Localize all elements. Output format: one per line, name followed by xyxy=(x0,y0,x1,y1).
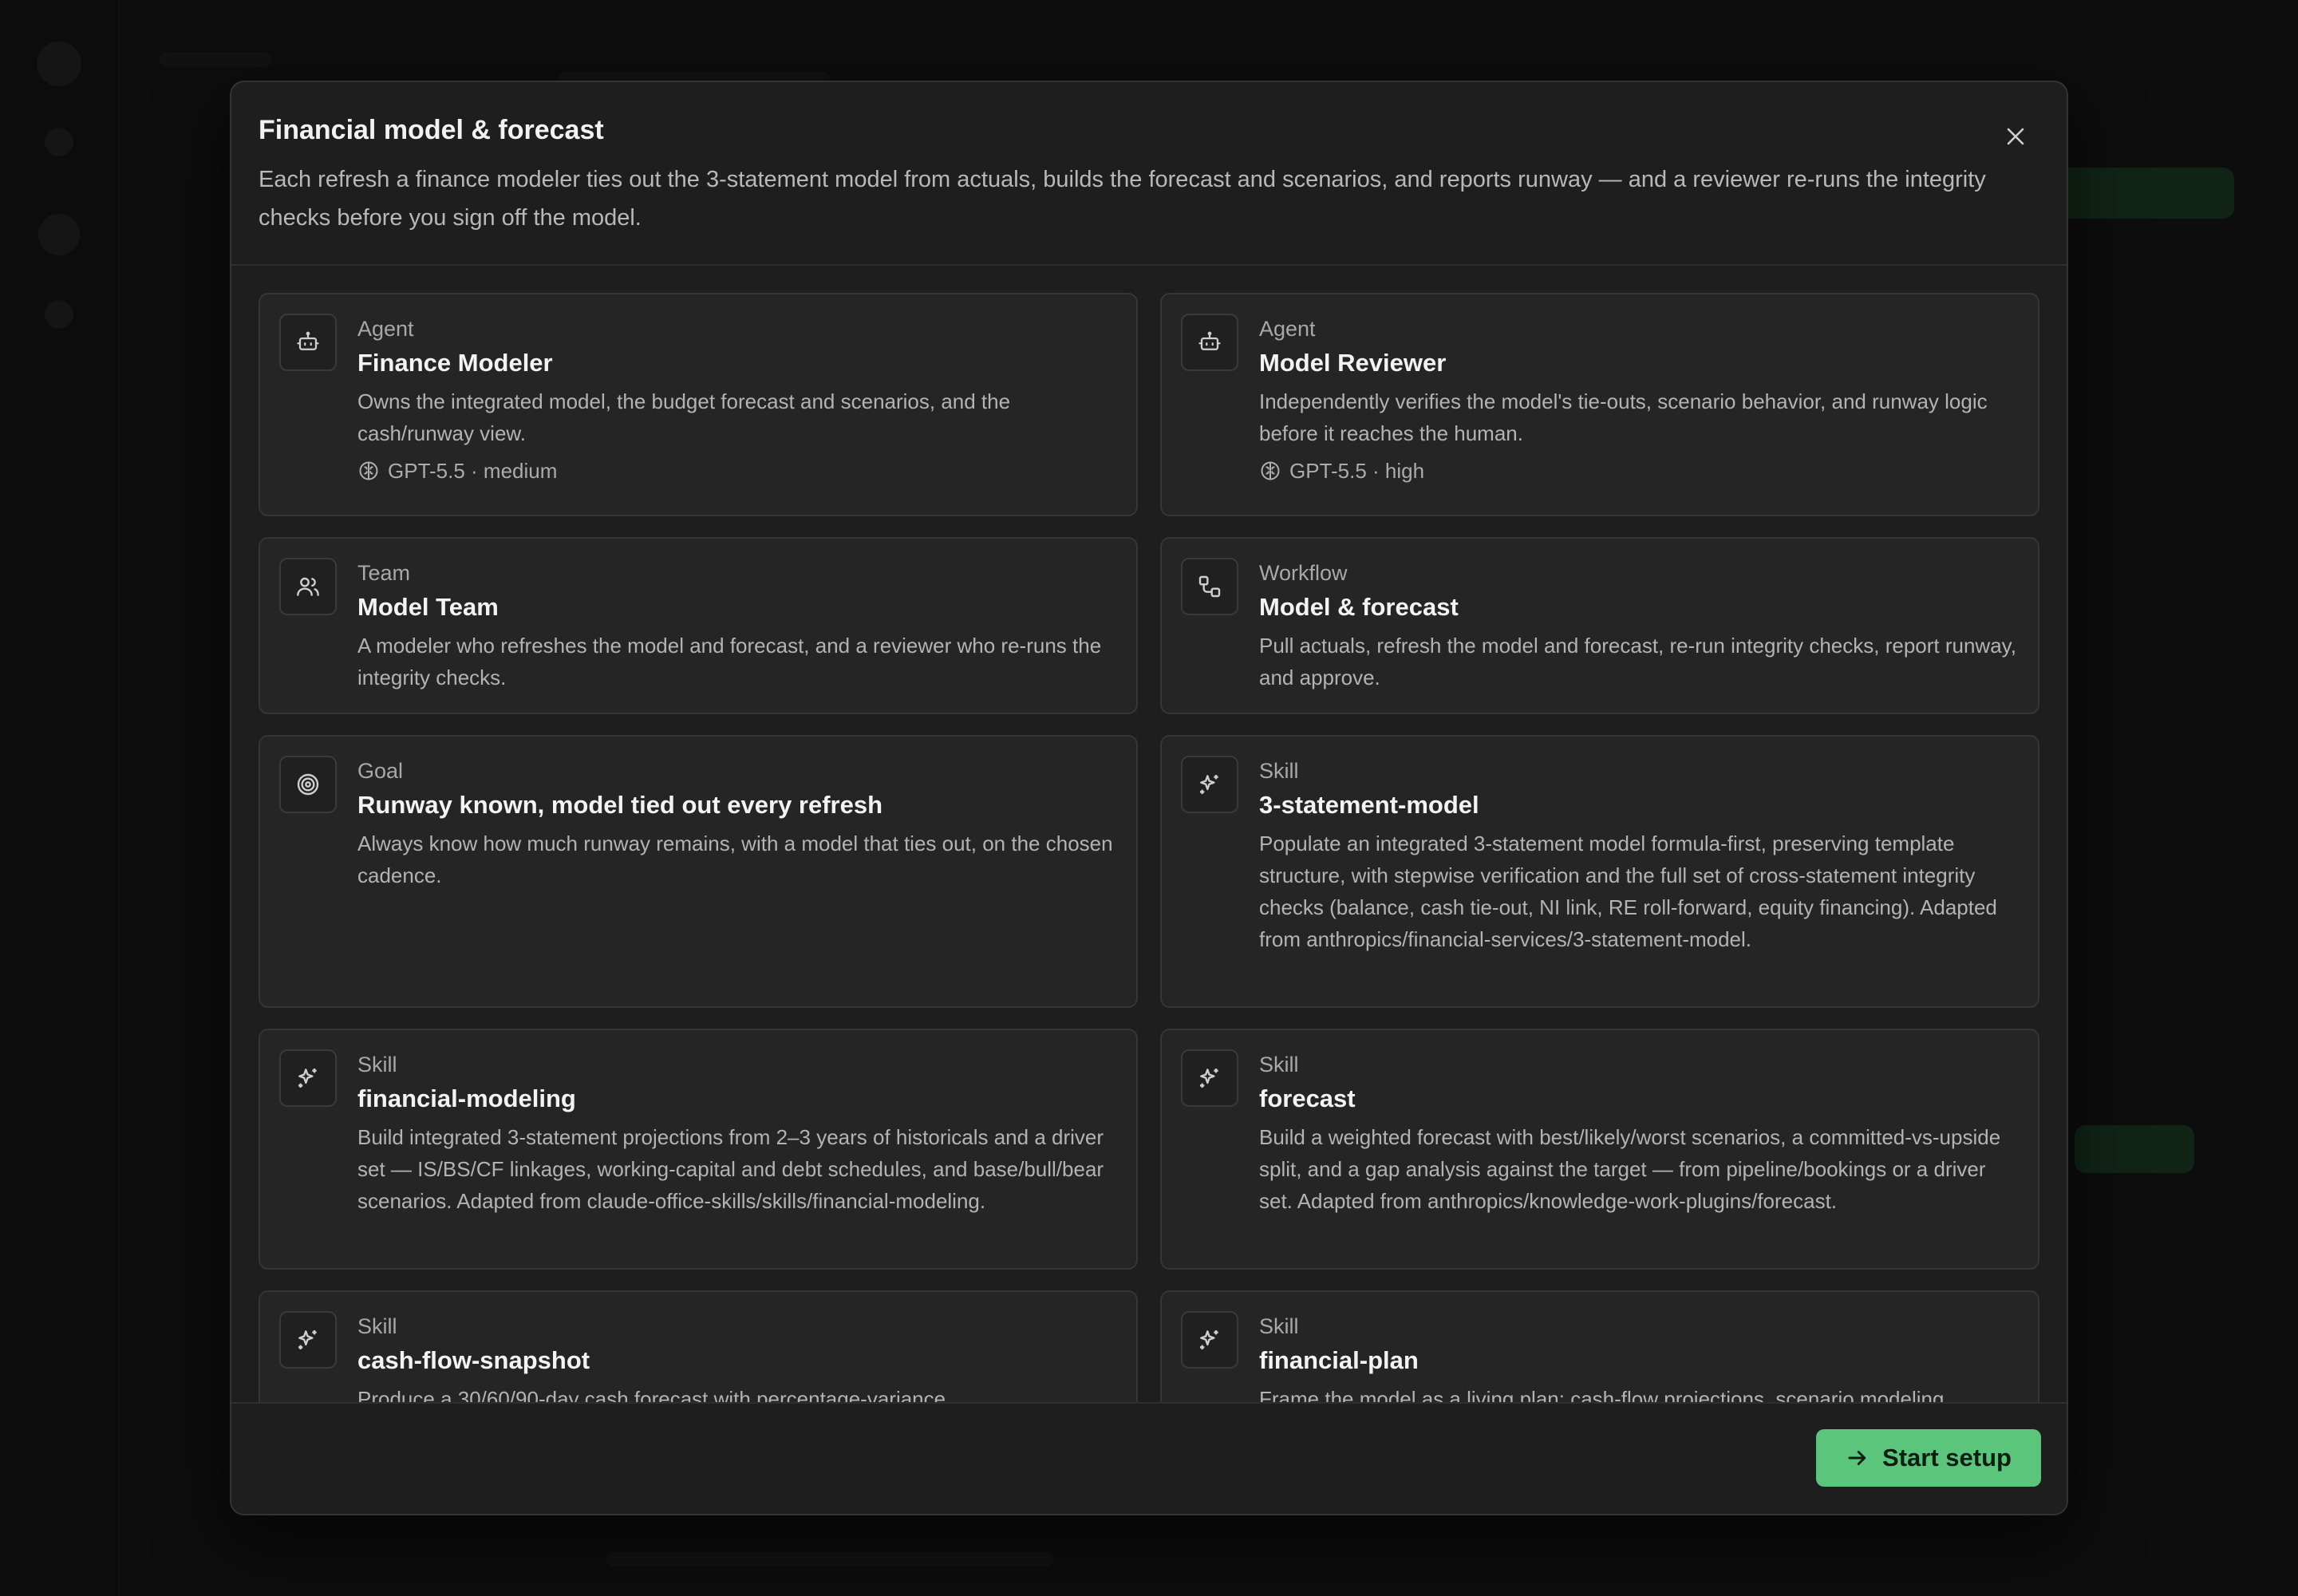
sparkle-icon xyxy=(279,1049,337,1107)
card-title: Runway known, model tied out every refre… xyxy=(357,791,883,819)
card-skill-forecast[interactable]: Skill forecast Build a weighted forecast… xyxy=(1160,1029,2039,1270)
robot-icon xyxy=(1181,314,1238,371)
arrow-right-icon xyxy=(1848,1451,1866,1465)
start-setup-label: Start setup xyxy=(1882,1444,2012,1472)
card-kind: Goal xyxy=(357,759,404,783)
modal-body[interactable]: Agent Finance Modeler Owns the integrate… xyxy=(231,267,2067,1487)
sparkle-icon xyxy=(1181,1049,1238,1107)
card-title: financial-plan xyxy=(1259,1346,1419,1374)
card-skill-3-statement-model[interactable]: Skill 3-statement-model Populate an inte… xyxy=(1160,735,2039,1008)
card-description: Build integrated 3-statement projections… xyxy=(357,1125,1104,1213)
setup-modal: Financial model & forecast Each refresh … xyxy=(230,81,2068,1515)
card-description: A modeler who refreshes the model and fo… xyxy=(357,634,1102,689)
card-title: cash-flow-snapshot xyxy=(357,1346,590,1374)
card-kind: Skill xyxy=(1259,759,1299,783)
team-icon xyxy=(279,558,337,615)
card-kind: Agent xyxy=(1259,317,1316,341)
card-agent-finance-modeler[interactable]: Agent Finance Modeler Owns the integrate… xyxy=(259,293,1138,516)
start-setup-button[interactable]: Start setup xyxy=(1816,1429,2041,1487)
workflow-icon xyxy=(1181,558,1238,615)
card-title: Finance Modeler xyxy=(357,349,553,377)
modal-title: Financial model & forecast xyxy=(259,115,604,145)
card-kind: Skill xyxy=(357,1053,397,1077)
card-team-model-team[interactable]: Team Model Team A modeler who refreshes … xyxy=(259,537,1138,714)
close-button[interactable] xyxy=(1995,116,2036,157)
card-kind: Skill xyxy=(1259,1053,1299,1077)
sparkle-icon xyxy=(1181,1311,1238,1369)
card-description: Build a weighted forecast with best/like… xyxy=(1259,1125,2001,1213)
card-description: Pull actuals, refresh the model and fore… xyxy=(1259,634,2016,689)
card-description: Always know how much runway remains, wit… xyxy=(357,832,1113,887)
card-model-meta: GPT-5.5 · medium xyxy=(357,456,1115,486)
close-icon xyxy=(2007,128,2024,145)
card-title: Model & forecast xyxy=(1259,593,1459,621)
sparkle-icon xyxy=(1181,756,1238,813)
card-title: financial-modeling xyxy=(357,1084,576,1112)
card-model-meta: GPT-5.5 · high xyxy=(1259,456,2017,486)
sparkle-icon xyxy=(279,1311,337,1369)
card-title: Model Reviewer xyxy=(1259,349,1447,377)
card-kind: Skill xyxy=(1259,1314,1299,1338)
card-description: Populate an integrated 3-statement model… xyxy=(1259,832,1997,951)
card-title: 3-statement-model xyxy=(1259,791,1479,819)
items-grid: Agent Finance Modeler Owns the integrate… xyxy=(259,293,2041,1487)
card-description: Owns the integrated model, the budget fo… xyxy=(357,389,1011,445)
card-kind: Workflow xyxy=(1259,561,1348,585)
card-workflow-model-forecast[interactable]: Workflow Model & forecast Pull actuals, … xyxy=(1160,537,2039,714)
card-title: forecast xyxy=(1259,1084,1356,1112)
card-description: Independently verifies the model's tie-o… xyxy=(1259,389,1988,445)
card-meta-text: GPT-5.5 · high xyxy=(1289,459,1425,483)
card-agent-model-reviewer[interactable]: Agent Model Reviewer Independently verif… xyxy=(1160,293,2039,516)
card-kind: Team xyxy=(357,561,411,585)
card-title: Model Team xyxy=(357,593,499,621)
brain-icon xyxy=(1261,461,1280,480)
card-meta-text: GPT-5.5 · medium xyxy=(388,459,558,483)
modal-footer: Start setup xyxy=(231,1402,2067,1514)
robot-icon xyxy=(279,314,337,371)
modal-description: Each refresh a finance modeler ties out … xyxy=(259,167,1986,231)
card-kind: Agent xyxy=(357,317,414,341)
brain-icon xyxy=(359,461,378,480)
card-goal-runway[interactable]: Goal Runway known, model tied out every … xyxy=(259,735,1138,1008)
modal-header: Financial model & forecast Each refresh … xyxy=(231,82,2067,266)
card-skill-financial-modeling[interactable]: Skill financial-modeling Build integrate… xyxy=(259,1029,1138,1270)
target-icon xyxy=(279,756,337,813)
card-kind: Skill xyxy=(357,1314,397,1338)
